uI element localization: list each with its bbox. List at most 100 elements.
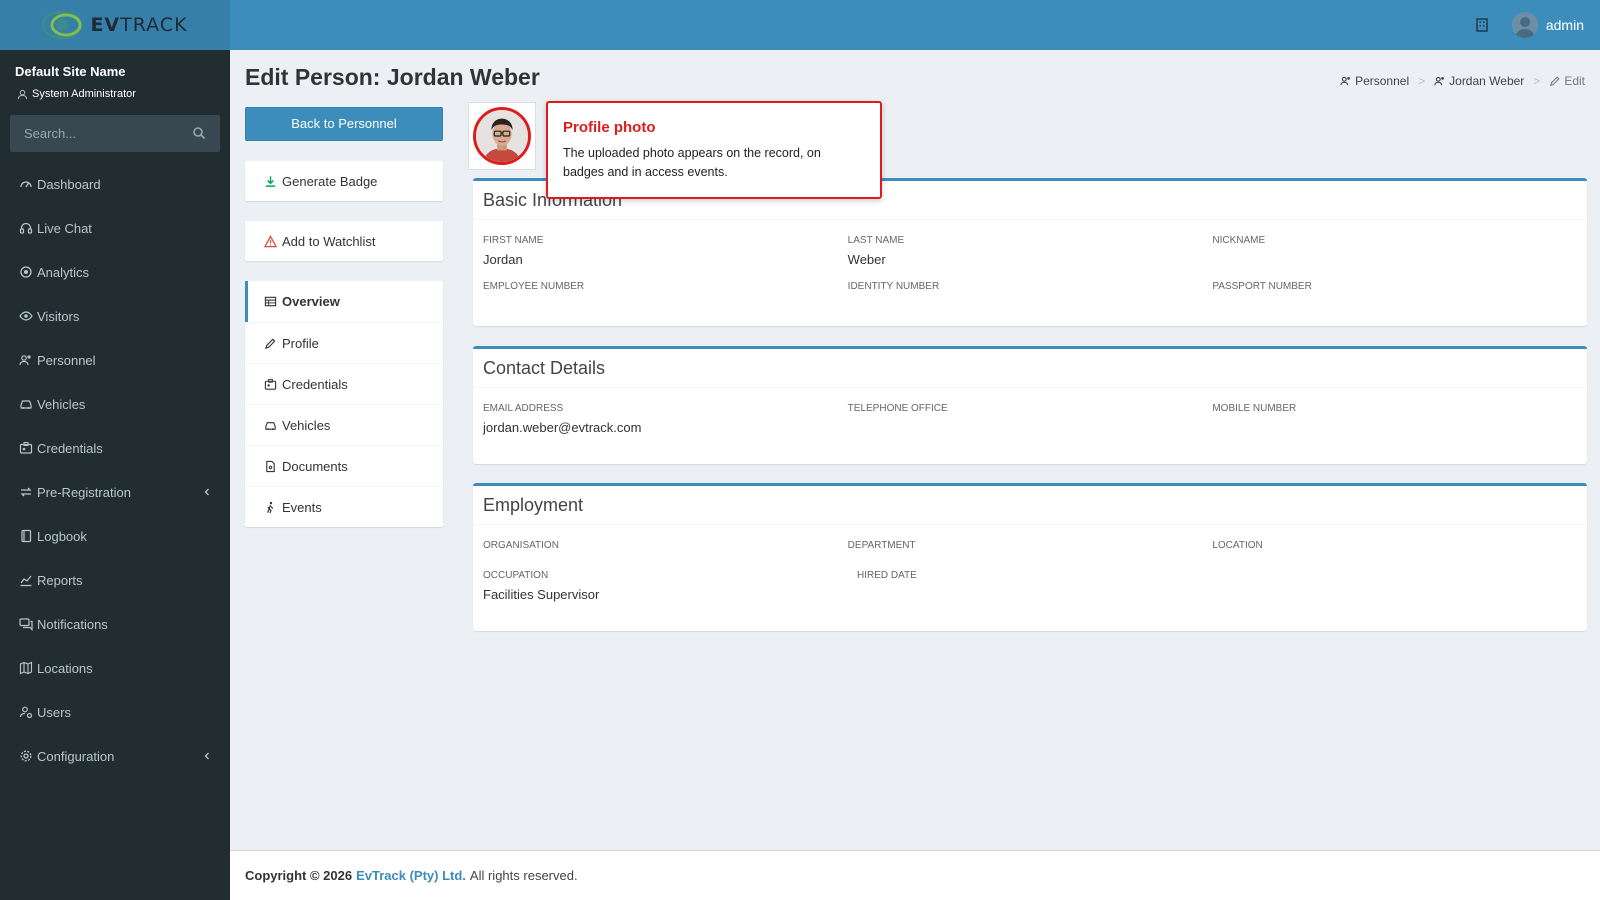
organisation-field: ORGANISATION	[483, 540, 559, 551]
search-icon[interactable]	[192, 126, 206, 140]
logo-area[interactable]: EVTRACK	[0, 0, 230, 50]
gear-icon	[20, 750, 32, 762]
users-icon	[1434, 76, 1445, 86]
eye-icon	[19, 311, 33, 321]
map-icon	[19, 661, 33, 675]
warning-icon	[264, 234, 277, 247]
add-to-watchlist-button[interactable]: Add to Watchlist	[245, 221, 443, 261]
occupation-field: OCCUPATION Facilities Supervisor	[483, 570, 600, 602]
chevron-left-icon	[204, 488, 209, 496]
sidebar: Default Site Name System Administrator D…	[0, 50, 230, 900]
mobile-number-field: MOBILE NUMBER	[1212, 403, 1297, 414]
sidebar-item-live-chat[interactable]: Live Chat	[0, 206, 230, 250]
target-icon	[20, 266, 32, 278]
user-cog-icon	[19, 706, 33, 719]
sidebar-item-users[interactable]: Users	[0, 690, 230, 734]
download-icon	[265, 175, 276, 187]
breadcrumb-separator: >	[1418, 74, 1426, 88]
sidebar-item-pre-registration[interactable]: Pre-Registration	[0, 470, 230, 514]
sidebar-item-notifications[interactable]: Notifications	[0, 602, 230, 646]
sidebar-search	[10, 115, 220, 152]
building-icon[interactable]	[1474, 17, 1490, 33]
sidebar-item-configuration[interactable]: Configuration	[0, 734, 230, 778]
user-name: admin	[1545, 17, 1584, 33]
car-icon	[20, 400, 32, 409]
employee-number-field: EMPLOYEE NUMBER	[483, 281, 585, 292]
headset-icon	[19, 222, 33, 234]
user-role: System Administrator	[17, 88, 136, 100]
tab-profile[interactable]: Profile	[245, 322, 443, 363]
user-icon	[17, 89, 28, 99]
back-to-personnel-button[interactable]: Back to Personnel	[245, 107, 443, 141]
sidebar-item-personnel[interactable]: Personnel	[0, 338, 230, 382]
sidebar-item-locations[interactable]: Locations	[0, 646, 230, 690]
sidebar-item-vehicles[interactable]: Vehicles	[0, 382, 230, 426]
profile-photo-image	[473, 107, 531, 165]
company-link[interactable]: EvTrack (Pty) Ltd.	[356, 868, 466, 883]
book-icon	[21, 529, 32, 543]
breadcrumb-edit: Edit	[1549, 74, 1585, 88]
evtrack-logo: EVTRACK	[42, 9, 187, 41]
basic-information-card: Basic Information FIRST NAME Jordan LAST…	[473, 178, 1587, 326]
pencil-icon	[264, 338, 276, 349]
tooltip-body: The uploaded photo appears on the record…	[563, 146, 821, 179]
breadcrumb-personnel[interactable]: Personnel	[1340, 74, 1409, 88]
tab-events[interactable]: Events	[245, 486, 443, 527]
breadcrumb-person[interactable]: Jordan Weber	[1434, 74, 1524, 88]
location-field: LOCATION	[1212, 540, 1263, 551]
sidebar-item-reports[interactable]: Reports	[0, 558, 230, 602]
passport-number-field: PASSPORT NUMBER	[1212, 281, 1312, 292]
walking-icon	[267, 501, 274, 513]
hired-date-field: HIRED DATE	[857, 570, 917, 581]
site-name: Default Site Name	[15, 64, 126, 79]
profile-photo[interactable]	[468, 102, 536, 170]
breadcrumb-separator: >	[1533, 74, 1541, 88]
generate-badge-button[interactable]: Generate Badge	[245, 161, 443, 201]
email-field: EMAIL ADDRESS jordan.weber@evtrack.com	[483, 403, 642, 435]
main-content: Edit Person: Jordan Weber Personnel > Jo…	[230, 50, 1600, 850]
tab-documents[interactable]: Documents	[245, 445, 443, 486]
person-nav: Overview Profile Credentials Vehicles Do…	[245, 281, 443, 527]
tab-credentials[interactable]: Credentials	[245, 363, 443, 404]
last-name-field: LAST NAME Weber	[847, 235, 905, 267]
pencil-icon	[1550, 76, 1560, 87]
department-field: DEPARTMENT	[847, 540, 916, 551]
nickname-field: NICKNAME	[1212, 235, 1266, 246]
users-icon	[19, 355, 31, 366]
document-icon	[266, 460, 275, 472]
id-card-icon	[19, 442, 33, 454]
user-menu[interactable]: admin	[1511, 12, 1584, 38]
sidebar-item-visitors[interactable]: Visitors	[0, 294, 230, 338]
car-icon	[265, 421, 276, 430]
search-input[interactable]	[10, 115, 220, 152]
tour-tooltip[interactable]: Profile photo The uploaded photo appears…	[546, 101, 882, 199]
contact-details-card: Contact Details EMAIL ADDRESS jordan.web…	[473, 346, 1587, 464]
sidebar-menu: Dashboard Live Chat Analytics Visitors P…	[0, 162, 230, 778]
exchange-icon	[20, 487, 32, 497]
card-title: Employment	[473, 486, 1587, 525]
tooltip-title: Profile photo	[563, 119, 656, 136]
footer: Copyright © 2026 EvTrack (Pty) Ltd. All …	[230, 850, 1600, 900]
users-icon	[1340, 76, 1351, 86]
sidebar-item-analytics[interactable]: Analytics	[0, 250, 230, 294]
tab-overview[interactable]: Overview	[245, 281, 443, 322]
sidebar-item-credentials[interactable]: Credentials	[0, 426, 230, 470]
rights-text: All rights reserved.	[469, 868, 578, 883]
identity-number-field: IDENTITY NUMBER	[847, 281, 940, 292]
sidebar-item-logbook[interactable]: Logbook	[0, 514, 230, 558]
table-icon	[264, 296, 277, 307]
sidebar-item-dashboard[interactable]: Dashboard	[0, 162, 230, 206]
card-title: Contact Details	[473, 349, 1587, 388]
id-card-icon	[264, 378, 277, 390]
comments-icon	[19, 618, 33, 631]
avatar	[1511, 12, 1538, 38]
dashboard-icon	[20, 181, 32, 188]
employment-card: Employment ORGANISATION DEPARTMENT LOCAT…	[473, 483, 1587, 631]
top-navbar: admin	[230, 0, 1600, 50]
breadcrumb: Personnel > Jordan Weber > Edit	[1340, 74, 1585, 88]
tab-vehicles[interactable]: Vehicles	[245, 404, 443, 445]
chevron-left-icon	[204, 752, 209, 760]
first-name-field: FIRST NAME Jordan	[483, 235, 544, 267]
logo-mark-icon	[42, 10, 83, 40]
copyright-text: Copyright © 2026	[245, 868, 353, 883]
